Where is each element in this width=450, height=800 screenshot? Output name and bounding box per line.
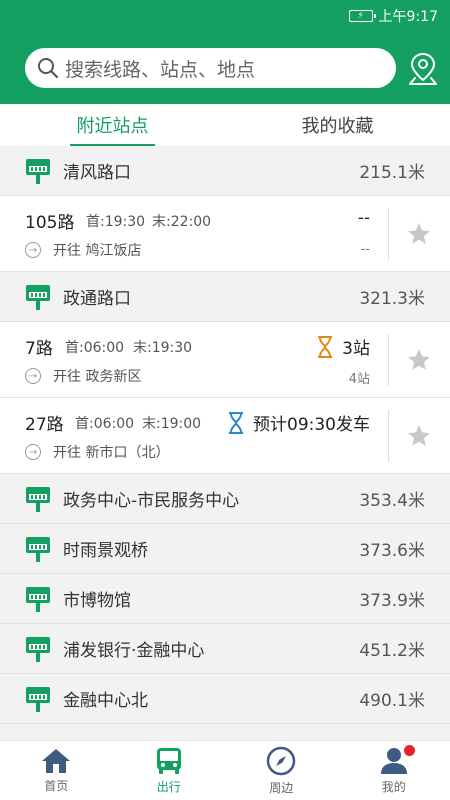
divider	[388, 410, 389, 462]
bus-stop-icon	[26, 158, 50, 184]
stop-distance: 373.6米	[359, 541, 425, 561]
stop-name: 浦发银行·金融中心	[63, 641, 205, 661]
hourglass-icon	[318, 335, 333, 358]
route-direction: → 开往 新市口（北）	[25, 442, 169, 462]
route-status: 3站	[316, 334, 370, 359]
nav-travel[interactable]: 出行	[113, 741, 226, 800]
location-button[interactable]	[406, 50, 440, 88]
route-sub-status: 4站	[348, 372, 370, 387]
stop-row[interactable]: 市博物馆 373.9米	[0, 574, 450, 624]
stop-list: 清风路口 215.1米 105路 首:19:30 末:22:00 → 开往 鸠江…	[0, 146, 450, 724]
status-time: 上午9:17	[378, 9, 438, 25]
search-placeholder: 搜索线路、站点、地点	[65, 58, 256, 81]
stop-distance: 373.9米	[359, 591, 425, 611]
stop-distance: 353.4米	[359, 491, 425, 511]
route-name: 7路	[25, 339, 53, 359]
nav-label: 首页	[44, 778, 69, 793]
tab-favorites[interactable]: 我的收藏	[225, 104, 450, 146]
stop-distance: 215.1米	[359, 163, 425, 183]
bottom-nav: 首页 出行 周边 我的	[0, 740, 450, 800]
stop-row[interactable]: 政务中心-市民服务中心 353.4米	[0, 474, 450, 524]
divider	[388, 334, 389, 386]
arrow-right-icon: →	[25, 444, 41, 460]
arrow-right-icon: →	[25, 368, 41, 384]
stop-distance: 321.3米	[359, 289, 425, 309]
bus-stop-icon	[26, 486, 50, 512]
stop-name: 金融中心北	[63, 691, 148, 711]
route-direction: → 开往 政务新区	[25, 366, 141, 386]
route-first-time: 首:06:00	[75, 416, 135, 432]
route-status-text: 预计09:30发车	[253, 415, 370, 435]
favorite-button[interactable]	[404, 422, 434, 450]
route-direction-text: 开往 政务新区	[53, 369, 142, 385]
stop-row[interactable]: 浦发银行·金融中心 451.2米	[0, 624, 450, 674]
route-status: --	[358, 208, 370, 228]
nav-mine[interactable]: 我的	[338, 741, 450, 800]
stop-name: 政通路口	[63, 289, 131, 309]
route-status-text: 3站	[342, 339, 370, 359]
route-row[interactable]: 27路 首:06:00 末:19:00 → 开往 新市口（北） 预计09:30发…	[0, 398, 450, 474]
stop-name: 政务中心-市民服务中心	[63, 491, 240, 511]
stop-row[interactable]: 时雨景观桥 373.6米	[0, 524, 450, 574]
star-icon	[408, 349, 430, 370]
route-name: 27路	[25, 415, 64, 435]
home-icon	[42, 748, 71, 773]
route-row[interactable]: 105路 首:19:30 末:22:00 → 开往 鸠江饭店 -- --	[0, 196, 450, 272]
arrow-right-icon: →	[25, 242, 41, 258]
route-sub-status: --	[360, 242, 370, 257]
tab-bar: 附近站点 我的收藏	[0, 104, 450, 146]
nav-label: 出行	[156, 779, 181, 794]
bus-icon	[156, 747, 181, 774]
nav-home[interactable]: 首页	[0, 741, 113, 800]
route-row[interactable]: 7路 首:06:00 末:19:30 → 开往 政务新区 3站 4站	[0, 322, 450, 398]
stop-row[interactable]: 政通路口 321.3米	[0, 272, 450, 322]
route-last-time: 末:19:30	[133, 340, 193, 356]
route-status: 预计09:30发车	[227, 410, 370, 435]
star-icon	[408, 425, 430, 446]
favorite-button[interactable]	[404, 220, 434, 248]
stop-row[interactable]: 清风路口 215.1米	[0, 146, 450, 196]
route-direction: → 开往 鸠江饭店	[25, 240, 141, 260]
star-icon	[408, 223, 430, 244]
route-first-time: 首:19:30	[86, 214, 146, 230]
hourglass-icon	[229, 411, 243, 434]
bus-stop-icon	[26, 536, 50, 562]
favorite-button[interactable]	[404, 346, 434, 374]
route-status-text: --	[357, 208, 370, 228]
bus-stop-icon	[26, 284, 50, 310]
stop-distance: 451.2米	[359, 641, 425, 661]
nav-label: 周边	[269, 780, 294, 795]
route-direction-text: 开往 鸠江饭店	[53, 243, 142, 259]
map-pin-icon	[409, 52, 437, 85]
route-last-time: 末:22:00	[152, 214, 212, 230]
stop-distance: 490.1米	[359, 691, 425, 711]
stop-name: 时雨景观桥	[63, 541, 148, 561]
nav-nearby[interactable]: 周边	[225, 741, 338, 800]
bus-stop-icon	[26, 636, 50, 662]
tab-nearby-stops[interactable]: 附近站点	[0, 104, 225, 146]
bus-stop-icon	[26, 686, 50, 712]
compass-icon	[267, 746, 296, 775]
divider	[388, 208, 389, 260]
bus-stop-icon	[26, 586, 50, 612]
route-name: 105路	[25, 213, 75, 233]
route-first-time: 首:06:00	[65, 340, 125, 356]
search-input[interactable]: 搜索线路、站点、地点	[25, 48, 396, 88]
route-last-time: 末:19:00	[142, 416, 202, 432]
status-bar: ⚡ 上午9:17	[0, 0, 450, 32]
nav-label: 我的	[381, 779, 406, 794]
notification-badge	[403, 745, 415, 756]
battery-icon: ⚡	[348, 10, 376, 22]
search-icon	[38, 58, 59, 79]
stop-name: 清风路口	[63, 163, 131, 183]
stop-row[interactable]: 金融中心北 490.1米	[0, 674, 450, 724]
stop-name: 市博物馆	[63, 591, 131, 611]
route-direction-text: 开往 新市口（北）	[53, 445, 170, 461]
header: 搜索线路、站点、地点	[0, 32, 450, 104]
